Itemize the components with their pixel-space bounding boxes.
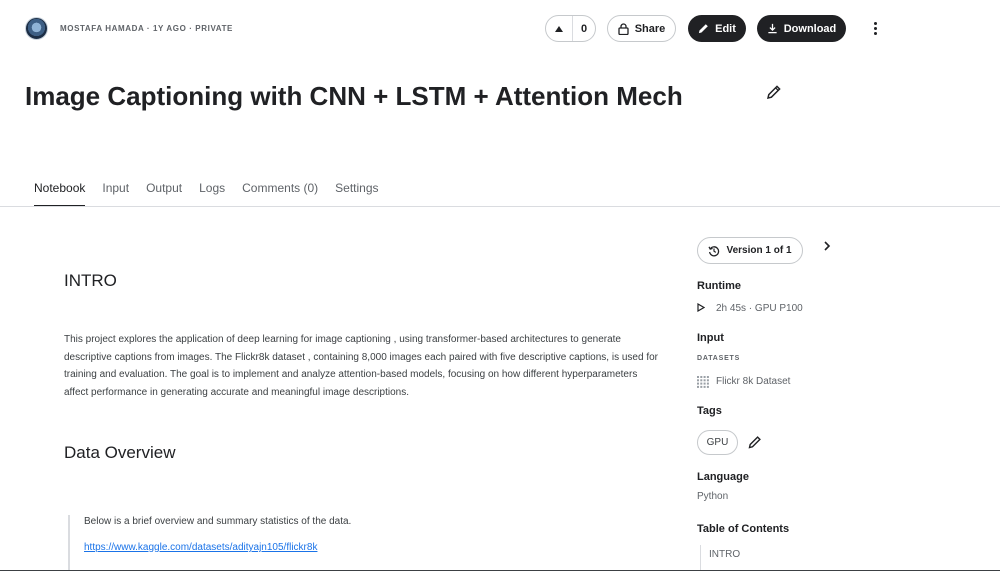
tab-logs[interactable]: Logs xyxy=(199,181,225,207)
datasets-label: DATASETS xyxy=(697,355,741,362)
intro-paragraph: This project explores the application of… xyxy=(64,334,658,398)
dataset-grid-icon xyxy=(697,376,709,388)
vote-count: 0 xyxy=(580,22,588,35)
intro-heading: INTRO xyxy=(64,271,117,290)
avatar[interactable] xyxy=(25,17,48,40)
download-button[interactable]: Download xyxy=(757,15,846,42)
lock-icon xyxy=(618,22,629,35)
vote-control: 0 xyxy=(545,15,596,42)
pencil-icon xyxy=(699,24,708,34)
triangle-up-icon xyxy=(555,25,563,32)
tab-output[interactable]: Output xyxy=(146,181,182,207)
author-meta: MOSTAFA HAMADA · 1Y AGO · PRIVATE xyxy=(60,24,233,33)
tab-comments[interactable]: Comments (0) xyxy=(242,181,318,207)
toc-item-intro[interactable]: INTRO xyxy=(709,549,740,560)
dataset-link[interactable]: https://www.kaggle.com/datasets/adityajn… xyxy=(84,542,317,553)
edit-label: Edit xyxy=(715,22,736,35)
edit-title-pencil-icon[interactable] xyxy=(766,84,782,100)
version-label: Version 1 of 1 xyxy=(726,245,792,256)
blockquote-text: Below is a brief overview and summary st… xyxy=(84,516,352,527)
download-label: Download xyxy=(783,22,837,35)
tags-heading: Tags xyxy=(697,405,722,417)
tab-notebook[interactable]: Notebook xyxy=(34,181,86,207)
download-icon xyxy=(768,23,777,34)
edit-tags-pencil-icon[interactable] xyxy=(748,435,762,449)
page-title: Image Captioning with CNN + LSTM + Atten… xyxy=(25,81,683,111)
upvote-button[interactable] xyxy=(546,16,573,41)
edit-button[interactable]: Edit xyxy=(688,15,746,42)
language-heading: Language xyxy=(697,471,749,483)
version-button[interactable]: Version 1 of 1 xyxy=(697,237,803,264)
share-label: Share xyxy=(634,22,666,35)
more-options-icon[interactable] xyxy=(866,17,884,39)
tag-chip[interactable]: GPU xyxy=(697,430,738,455)
share-button[interactable]: Share xyxy=(607,15,676,42)
toc-divider xyxy=(700,545,701,571)
input-heading: Input xyxy=(697,332,724,344)
history-icon xyxy=(708,245,720,256)
tab-input[interactable]: Input xyxy=(102,181,129,207)
chevron-right-icon[interactable] xyxy=(822,240,832,252)
data-overview-heading: Data Overview xyxy=(64,443,176,462)
tabs-divider xyxy=(0,206,1000,207)
play-icon xyxy=(697,303,705,312)
dataset-name[interactable]: Flickr 8k Dataset xyxy=(716,376,790,387)
runtime-value: 2h 45s · GPU P100 xyxy=(716,303,803,314)
notebook-tabs: Notebook Input Output Logs Comments (0) … xyxy=(34,181,379,207)
toc-heading: Table of Contents xyxy=(697,523,790,535)
language-value: Python xyxy=(697,491,729,502)
blockquote-bar xyxy=(68,515,70,571)
tab-settings[interactable]: Settings xyxy=(335,181,378,207)
runtime-heading: Runtime xyxy=(697,280,741,292)
